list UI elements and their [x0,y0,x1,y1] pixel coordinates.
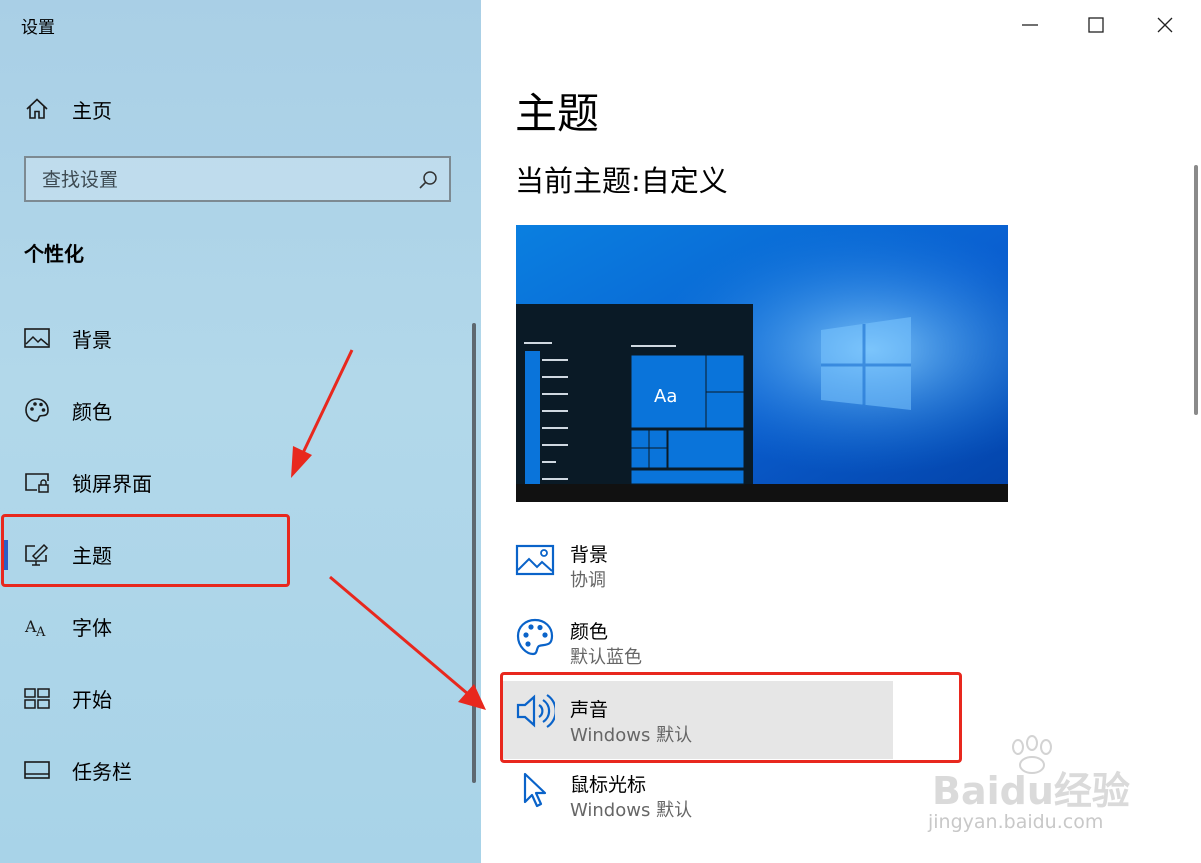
annotation-highlight-box [500,672,962,763]
current-theme-heading: 当前主题:自定义 [515,164,728,198]
sidebar-item-label: 颜色 [72,399,112,424]
search-input[interactable] [40,166,404,194]
main-scrollbar[interactable] [1194,165,1198,415]
picture-icon [515,544,555,576]
page-title: 主题 [515,89,600,138]
lock-screen-icon [25,473,49,493]
sidebar-item-background[interactable]: 背景 [0,318,470,358]
sidebar-scrollbar[interactable] [472,323,476,783]
maximize-button[interactable] [1085,14,1107,36]
cursor-icon [523,772,547,808]
palette-icon [25,398,49,422]
preview-sample-text: Aa [654,386,677,407]
option-title: 颜色 [570,621,609,643]
search-icon[interactable] [417,169,439,191]
option-subtitle: Windows 默认 [570,800,693,821]
sidebar-item-home[interactable]: 主页 [0,89,470,129]
option-title: 背景 [570,544,609,566]
baidu-watermark: Baidu经验 jingyan.baidu.com [922,735,1162,845]
section-title: 个性化 [24,242,84,266]
sidebar-item-taskbar[interactable]: 任务栏 [0,750,470,790]
option-title: 鼠标光标 [570,774,647,796]
search-box[interactable] [24,156,451,202]
theme-option-background[interactable]: 背景 协调 [501,530,893,608]
sidebar-item-label: 背景 [72,327,112,352]
theme-option-mouse-cursor[interactable]: 鼠标光标 Windows 默认 [501,760,893,838]
taskbar-icon [24,761,50,779]
picture-icon [24,328,50,348]
watermark-brand: Baidu经验 [932,769,1130,813]
sidebar-item-label: 字体 [72,615,112,640]
option-subtitle: 协调 [570,570,606,591]
sidebar-item-label: 任务栏 [72,759,132,784]
sidebar-item-lock-screen[interactable]: 锁屏界面 [0,462,470,502]
sidebar-item-label: 开始 [72,687,112,712]
settings-main-pane: 主题 当前主题:自定义 Aa 背景 协调 颜色 默认蓝色 声音 Windows … [481,0,1201,863]
sidebar-item-start[interactable]: 开始 [0,678,470,718]
home-icon [26,98,48,119]
font-icon: A A [24,617,46,639]
option-subtitle: 默认蓝色 [570,647,642,668]
sidebar-item-fonts[interactable]: A A 字体 [0,606,470,646]
close-button[interactable] [1154,14,1176,36]
start-icon [24,688,50,709]
sidebar-item-label: 锁屏界面 [72,471,152,496]
palette-icon [516,618,554,656]
sidebar-item-colors[interactable]: 颜色 [0,390,470,430]
sidebar-item-label: 主页 [72,98,112,123]
annotation-highlight-box [1,514,290,587]
settings-sidebar: 设置 主页 个性化 背景 颜色 锁 [0,0,481,863]
theme-preview-image: Aa [516,225,1008,502]
watermark-url: jingyan.baidu.com [928,811,1104,833]
minimize-button[interactable] [1019,14,1041,36]
svg-text:A: A [35,625,46,639]
window-title: 设置 [21,18,55,38]
